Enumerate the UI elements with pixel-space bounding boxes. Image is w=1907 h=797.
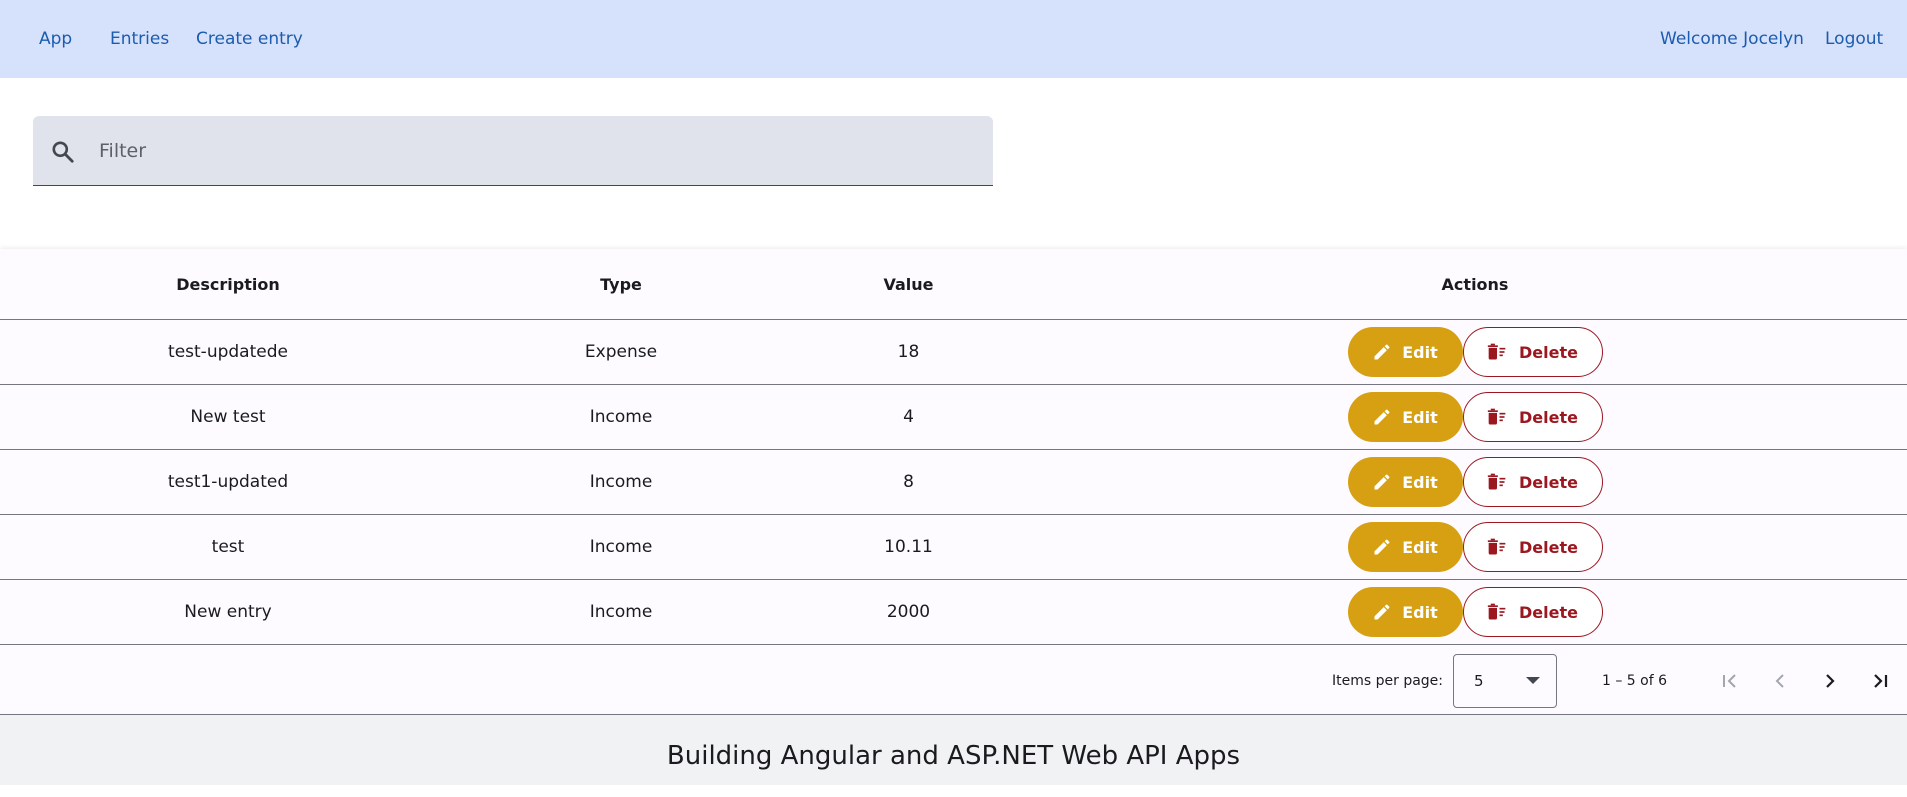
delete-sweep-icon xyxy=(1487,603,1506,620)
nav-welcome-link[interactable]: Welcome Jocelyn xyxy=(1660,0,1804,78)
cell-value: 2000 xyxy=(886,602,931,622)
cell-value: 8 xyxy=(903,472,914,492)
pencil-icon xyxy=(1374,344,1390,360)
cell-type: Income xyxy=(589,407,653,427)
first-page-icon xyxy=(1723,674,1736,688)
cell-description: test-updatede xyxy=(168,342,288,362)
delete-sweep-icon xyxy=(1487,408,1506,425)
delete-button-label: Delete xyxy=(1519,407,1578,427)
page-size-value: 5 xyxy=(1474,672,1484,690)
next-page-button[interactable] xyxy=(1810,661,1850,701)
cell-description: test1-updated xyxy=(167,472,289,492)
chevron-left-icon xyxy=(1775,674,1784,688)
cell-value: 4 xyxy=(903,407,914,427)
cell-description: New test xyxy=(190,407,266,427)
column-header-actions: Actions xyxy=(1441,274,1509,294)
page-size-select[interactable]: 5 xyxy=(1453,654,1557,708)
edit-button[interactable]: Edit xyxy=(1347,457,1463,507)
cell-type: Income xyxy=(589,472,653,492)
delete-button[interactable]: Delete xyxy=(1462,522,1603,572)
top-navbar: App Entries Create entry Welcome Jocelyn… xyxy=(0,0,1907,78)
edit-button-label: Edit xyxy=(1402,407,1438,427)
nav-entries-link[interactable]: Entries xyxy=(110,0,169,78)
column-header-description[interactable]: Description xyxy=(0,249,456,319)
cell-actions: Edit Delete xyxy=(1031,580,1907,644)
delete-button[interactable]: Delete xyxy=(1462,457,1603,507)
nav-create-entry-link[interactable]: Create entry xyxy=(196,0,303,78)
cell-type: Expense xyxy=(584,342,658,362)
last-page-button[interactable] xyxy=(1860,661,1900,701)
delete-sweep-icon xyxy=(1487,538,1506,555)
page-range-label: 1 – 5 of 6 xyxy=(1602,673,1668,689)
edit-button-label: Edit xyxy=(1402,602,1438,622)
pencil-icon xyxy=(1374,474,1390,490)
cell-actions: Edit Delete xyxy=(1031,450,1907,514)
column-header-type[interactable]: Type xyxy=(456,249,786,319)
footer: Building Angular and ASP.NET Web API App… xyxy=(0,714,1907,785)
delete-button-label: Delete xyxy=(1519,342,1578,362)
entries-table: Description Type Value Actions test-upda… xyxy=(0,249,1907,714)
edit-button-label: Edit xyxy=(1402,472,1438,492)
delete-button-label: Delete xyxy=(1519,602,1578,622)
delete-button-label: Delete xyxy=(1519,537,1578,557)
paginator: Items per page: 5 1 – 5 of 6 xyxy=(0,649,1907,714)
pencil-icon xyxy=(1374,604,1390,620)
column-header-value[interactable]: Value xyxy=(786,249,1031,319)
last-page-icon xyxy=(1874,674,1888,688)
cell-actions: Edit Delete xyxy=(1031,385,1907,449)
table-row: New test Income 4 Edit Delete xyxy=(0,385,1907,450)
pencil-icon xyxy=(1374,539,1390,555)
cell-actions: Edit Delete xyxy=(1031,320,1907,384)
cell-description: New entry xyxy=(184,602,272,622)
dropdown-arrow-icon xyxy=(1526,677,1540,684)
nav-app-link[interactable]: App xyxy=(39,0,72,78)
table-row: New entry Income 2000 Edit Delete xyxy=(0,580,1907,645)
first-page-button[interactable] xyxy=(1710,661,1750,701)
delete-sweep-icon xyxy=(1487,473,1506,490)
search-icon xyxy=(52,141,74,163)
chevron-right-icon xyxy=(1826,674,1835,688)
delete-button-label: Delete xyxy=(1519,472,1578,492)
table-row: test-updatede Expense 18 Edit Delete xyxy=(0,320,1907,385)
delete-button[interactable]: Delete xyxy=(1462,392,1603,442)
cell-value: 10.11 xyxy=(884,537,933,557)
filter-input[interactable] xyxy=(97,116,967,186)
filter-field[interactable] xyxy=(33,116,993,186)
edit-button[interactable]: Edit xyxy=(1347,327,1463,377)
delete-button[interactable]: Delete xyxy=(1462,587,1603,637)
edit-button-label: Edit xyxy=(1402,342,1438,362)
edit-button-label: Edit xyxy=(1402,537,1438,557)
table-header-row: Description Type Value Actions xyxy=(0,249,1907,320)
table-row: test Income 10.11 Edit Delete xyxy=(0,515,1907,580)
cell-value: 18 xyxy=(897,342,920,362)
pencil-icon xyxy=(1374,409,1390,425)
previous-page-button[interactable] xyxy=(1760,661,1800,701)
nav-logout-link[interactable]: Logout xyxy=(1825,0,1883,78)
edit-button[interactable]: Edit xyxy=(1347,392,1463,442)
table-row: test1-updated Income 8 Edit Delete xyxy=(0,450,1907,515)
items-per-page-label: Items per page: xyxy=(1332,673,1444,689)
delete-button[interactable]: Delete xyxy=(1462,327,1603,377)
cell-type: Income xyxy=(589,602,653,622)
cell-type: Income xyxy=(589,537,653,557)
delete-sweep-icon xyxy=(1487,343,1506,360)
cell-description: test xyxy=(211,537,245,557)
edit-button[interactable]: Edit xyxy=(1347,522,1463,572)
edit-button[interactable]: Edit xyxy=(1347,587,1463,637)
cell-actions: Edit Delete xyxy=(1031,515,1907,579)
